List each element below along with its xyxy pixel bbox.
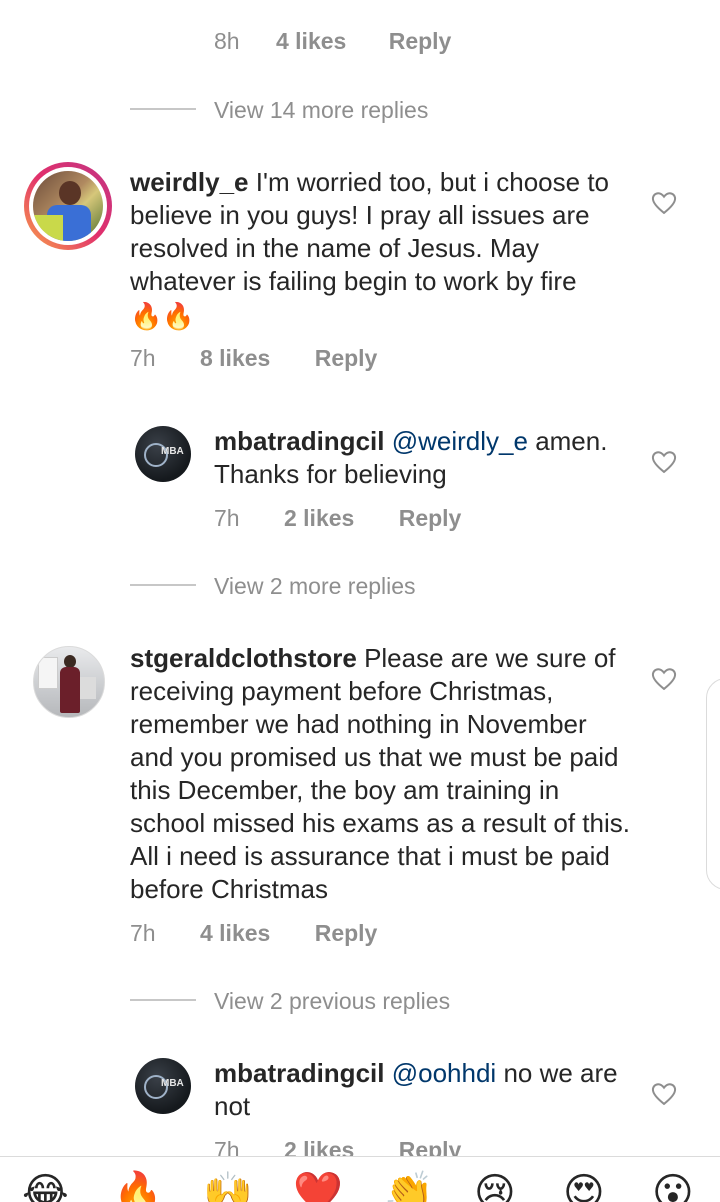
comment-username[interactable]: mbatradingcil xyxy=(214,426,384,456)
comment-username[interactable]: stgeraldclothstore xyxy=(130,643,357,673)
likes-count[interactable]: 4 likes xyxy=(200,920,270,946)
comment-time: 7h xyxy=(130,345,156,371)
like-heart-icon[interactable] xyxy=(650,665,678,693)
view-more-replies-link[interactable]: View 2 more replies xyxy=(214,573,416,600)
comment-body: mbatradingcil @weirdly_e amen. Thanks fo… xyxy=(214,425,634,491)
comment-body: stgeraldclothstore Please are we sure of… xyxy=(130,642,630,906)
heart-emoji-icon[interactable]: ❤️ xyxy=(293,1173,343,1202)
fire-emojis: 🔥🔥 xyxy=(130,301,195,331)
avatar[interactable]: MBA xyxy=(135,426,191,482)
avatar[interactable] xyxy=(24,162,112,250)
comment-time: 8h xyxy=(214,28,240,54)
side-scroll-handle[interactable] xyxy=(706,678,720,890)
comment-body: mbatradingcil @oohhdi no we are not xyxy=(214,1057,634,1123)
comment-time: 7h xyxy=(130,920,156,946)
comment-username[interactable]: mbatradingcil xyxy=(214,1058,384,1088)
likes-count[interactable]: 4 likes xyxy=(276,28,346,54)
reply-button[interactable]: Reply xyxy=(399,505,462,531)
comment-username[interactable]: weirdly_e xyxy=(130,167,249,197)
avatar[interactable]: MBA xyxy=(135,1058,191,1114)
mention-link[interactable]: @weirdly_e xyxy=(392,426,528,456)
crying-face-emoji-icon[interactable]: 😢 xyxy=(474,1173,516,1202)
like-heart-icon[interactable] xyxy=(650,1080,678,1108)
comment-body: weirdly_e I'm worried too, but i choose … xyxy=(130,166,630,333)
reply-button[interactable]: Reply xyxy=(315,345,378,371)
raised-hands-emoji-icon[interactable]: 🙌 xyxy=(203,1173,253,1202)
like-heart-icon[interactable] xyxy=(650,448,678,476)
avatar[interactable] xyxy=(33,646,105,718)
fire-emoji-icon[interactable]: 🔥 xyxy=(113,1173,163,1202)
mention-link[interactable]: @oohhdi xyxy=(392,1058,496,1088)
comment-text: Please are we sure of receiving payment … xyxy=(130,643,630,904)
comment-meta: 7h 4 likes Reply xyxy=(130,920,377,947)
reply-button[interactable]: Reply xyxy=(315,920,378,946)
clapping-hands-emoji-icon[interactable]: 👏 xyxy=(384,1173,434,1202)
top-partial-meta: 8h 4 likes Reply xyxy=(214,28,451,55)
tears-of-joy-emoji-icon[interactable]: 😂 xyxy=(22,1173,69,1202)
brand-mark: MBA xyxy=(161,1078,184,1089)
brand-mark: MBA xyxy=(161,446,184,457)
replies-divider xyxy=(130,584,196,586)
heart-eyes-emoji-icon[interactable]: 😍 xyxy=(563,1173,605,1202)
comment-meta: 7h 8 likes Reply xyxy=(130,345,377,372)
likes-count[interactable]: 8 likes xyxy=(200,345,270,371)
emoji-reaction-bar: 😂 🔥 🙌 ❤️ 👏 😢 😍 😮 xyxy=(0,1156,720,1202)
replies-divider xyxy=(130,108,196,110)
comment-time: 7h xyxy=(214,505,240,531)
surprised-face-emoji-icon[interactable]: 😮 xyxy=(652,1173,694,1202)
view-previous-replies-link[interactable]: View 2 previous replies xyxy=(214,988,450,1015)
reply-button[interactable]: Reply xyxy=(389,28,452,54)
replies-divider xyxy=(130,999,196,1001)
view-more-replies-link[interactable]: View 14 more replies xyxy=(214,97,428,124)
like-heart-icon[interactable] xyxy=(650,189,678,217)
comment-meta: 7h 2 likes Reply xyxy=(214,505,461,532)
likes-count[interactable]: 2 likes xyxy=(284,505,354,531)
